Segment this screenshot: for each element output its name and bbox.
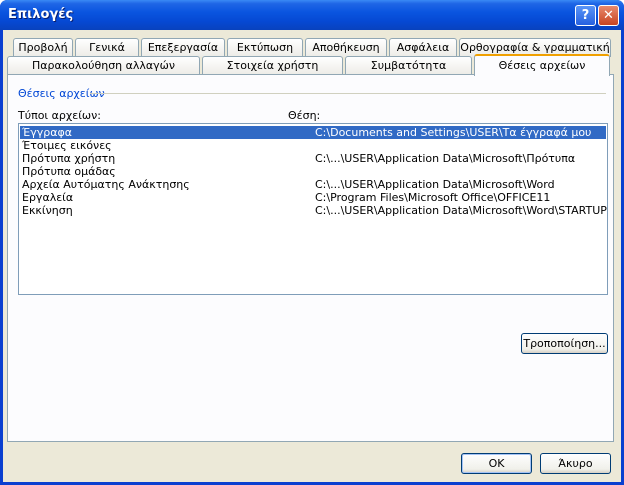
tab-file-locations[interactable]: Θέσεις αρχείων: [474, 54, 610, 76]
options-dialog: Επιλογές ? ✕ Προβολή Γενικά Επεξεργασία …: [0, 0, 624, 485]
list-item[interactable]: Εργαλεία C:\Program Files\Microsoft Offi…: [20, 191, 606, 204]
ok-button[interactable]: OK: [461, 453, 532, 474]
tab-track-changes[interactable]: Παρακολούθηση αλλαγών: [7, 56, 200, 75]
tab-save[interactable]: Αποθήκευση: [305, 38, 387, 57]
help-icon[interactable]: ?: [575, 5, 596, 26]
list-item[interactable]: Έτοιμες εικόνες: [20, 139, 606, 152]
tab-edit[interactable]: Επεξεργασία: [141, 38, 225, 57]
title-bar[interactable]: Επιλογές ? ✕: [0, 0, 624, 30]
tab-view[interactable]: Προβολή: [13, 38, 73, 57]
file-locations-list[interactable]: Έγγραφα C:\Documents and Settings\USER\Τ…: [18, 123, 608, 295]
modify-button[interactable]: Τροποποίηση...: [521, 333, 608, 354]
close-icon[interactable]: ✕: [598, 5, 619, 26]
column-header-location: Θέση:: [288, 109, 321, 122]
tab-print[interactable]: Εκτύπωση: [227, 38, 303, 57]
group-divider: [90, 93, 606, 94]
tab-compatibility[interactable]: Συμβατότητα: [345, 56, 472, 75]
file-locations-panel: Θέσεις αρχείων Τύποι αρχείων: Θέση: Έγγρ…: [7, 74, 614, 442]
list-item[interactable]: Εκκίνηση C:\...\USER\Application Data\Mi…: [20, 204, 607, 217]
tab-user-info[interactable]: Στοιχεία χρήστη: [202, 56, 343, 75]
dialog-body: Προβολή Γενικά Επεξεργασία Εκτύπωση Αποθ…: [3, 30, 621, 482]
tab-general[interactable]: Γενικά: [75, 38, 139, 57]
cancel-button[interactable]: Άκυρο: [540, 453, 611, 474]
window-title: Επιλογές: [8, 7, 74, 22]
list-item[interactable]: Πρότυπα χρήστη C:\...\USER\Application D…: [20, 152, 606, 165]
tab-security[interactable]: Ασφάλεια: [389, 38, 457, 57]
list-item[interactable]: Αρχεία Αυτόματης Ανάκτησης C:\...\USER\A…: [20, 178, 606, 191]
list-item[interactable]: Πρότυπα ομάδας: [20, 165, 606, 178]
list-item[interactable]: Έγγραφα C:\Documents and Settings\USER\Τ…: [20, 126, 606, 139]
column-header-file-types: Τύποι αρχείων:: [18, 109, 101, 122]
